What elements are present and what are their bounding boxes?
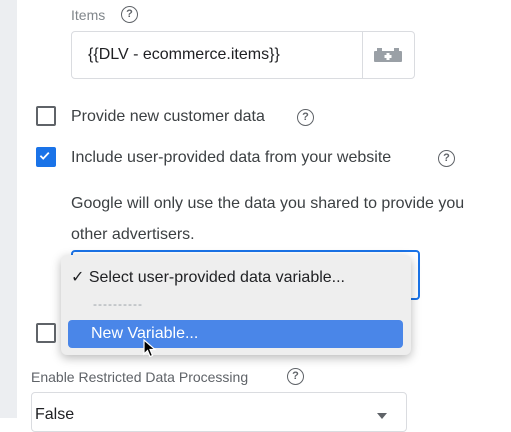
help-circle-icon[interactable]: ? — [287, 368, 304, 385]
user-provided-data-checkbox[interactable] — [36, 147, 56, 167]
select-value: False — [35, 406, 75, 423]
field-divider — [362, 32, 363, 78]
option-separator: ---------- — [93, 297, 143, 311]
description-line: other advertisers. — [71, 226, 195, 243]
description-line: Google will only use the data you shared… — [71, 195, 465, 212]
option-label: Select user-provided data variable... — [88, 269, 345, 286]
checkbox[interactable] — [36, 323, 56, 343]
left-panel-edge — [0, 0, 17, 418]
chevron-down-icon — [377, 413, 387, 419]
new-customer-checkbox[interactable] — [36, 106, 56, 126]
help-circle-icon[interactable]: ? — [438, 150, 455, 167]
help-circle-icon[interactable]: ? — [121, 6, 138, 23]
variable-dropdown-menu: ✓ Select user-provided data variable... … — [61, 255, 411, 355]
variable-picker-icon[interactable] — [374, 48, 402, 62]
checkmark-icon: ✓ — [71, 269, 85, 286]
option-new-variable[interactable]: New Variable... — [68, 320, 403, 348]
restricted-data-processing-select[interactable]: False — [31, 392, 407, 432]
items-label: Items — [71, 7, 106, 23]
new-customer-label: Provide new customer data — [71, 108, 265, 125]
mouse-cursor-icon — [143, 339, 157, 358]
description-text: Google will only use the data you shared… — [71, 188, 511, 250]
check-icon — [39, 151, 50, 160]
help-circle-icon[interactable]: ? — [297, 109, 314, 126]
items-field-value: {{DLV - ecommerce.items}} — [88, 46, 280, 63]
option-select-variable[interactable]: ✓ Select user-provided data variable... — [71, 267, 345, 287]
restricted-data-processing-label: Enable Restricted Data Processing — [31, 369, 249, 385]
user-provided-data-label: Include user-provided data from your web… — [71, 149, 392, 166]
items-field[interactable]: {{DLV - ecommerce.items}} — [71, 31, 415, 79]
